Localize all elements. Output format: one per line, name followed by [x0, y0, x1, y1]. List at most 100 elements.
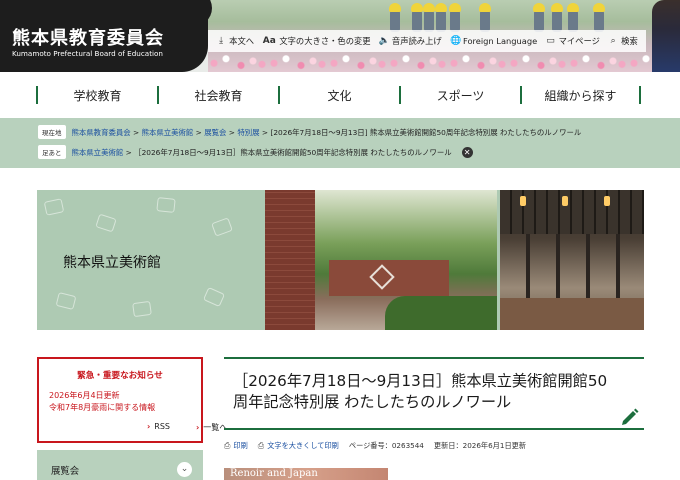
breadcrumb-link-special[interactable]: 特別展 [237, 128, 259, 137]
hero-banner: 熊本県立美術館 [37, 190, 644, 330]
util-label: マイページ [558, 36, 600, 46]
doodle-shape [202, 286, 226, 308]
read-aloud-link[interactable]: 🔈 音声読み上げ [379, 35, 442, 47]
text-size-icon: Aa [262, 36, 276, 46]
chevron-down-icon[interactable]: ⌄ [177, 462, 192, 477]
list-link[interactable]: › 一覧へ [196, 422, 227, 433]
student-figure [479, 3, 491, 32]
museum-interior-photo [500, 190, 644, 330]
breadcrumb-link-exhibitions[interactable]: 展覧会 [204, 128, 226, 137]
util-label: 本文へ [229, 36, 255, 46]
history-link-museum[interactable]: 熊本県立美術館 [72, 148, 124, 157]
lobby-floor [500, 298, 644, 330]
speaker-icon: 🔈 [378, 36, 391, 46]
student-figure [423, 3, 435, 32]
search-link[interactable]: ⌕ 検索 [608, 35, 638, 47]
breadcrumb-separator: > [228, 127, 235, 137]
updated-date: 更新日：2026年6月1日更新 [433, 441, 527, 450]
emergency-notice-box: 緊急・重要なお知らせ 2026年6月4日更新 令和7年8月豪雨に関する情報 › R… [37, 357, 227, 443]
student-figure [435, 3, 447, 32]
doodle-shape [132, 300, 152, 318]
chevron-right-icon: › [196, 423, 200, 432]
breadcrumb-current: [2026年7月18日～9月13日] 熊本県立美術館開館50周年記念特別展 わた… [270, 127, 582, 137]
student-figure [567, 3, 579, 32]
breadcrumb: 現在地 熊本県教育委員会 > 熊本県立美術館 > 展覧会 > 特別展 > [20… [38, 125, 581, 139]
mypage-link[interactable]: ▭ マイページ [546, 35, 600, 47]
util-label: 音声読み上げ [391, 36, 442, 46]
skip-to-content-link[interactable]: ⤓ 本文へ [216, 35, 254, 47]
student-figure [449, 3, 461, 32]
exhibition-image-caption: Renoir and Japan [230, 468, 318, 479]
hero-title: 熊本県立美術館 [63, 255, 161, 271]
breadcrumb-tag: 現在地 [38, 125, 66, 139]
globe-icon: 🌐 [449, 36, 462, 46]
page-tools: ⎙ 印刷 ⎙ 文字を大きくして印刷 ページ番号：0263544 更新日：2026… [224, 440, 526, 452]
student-figure [551, 3, 563, 32]
breadcrumb-link-board[interactable]: 熊本県教育委員会 [72, 128, 131, 137]
search-icon: ⌕ [610, 36, 616, 46]
rss-link[interactable]: › RSS [147, 422, 170, 431]
history-items: 熊本県立美術館 > ［2026年7月18日～9月13日］熊本県立美術館開館50周… [72, 147, 452, 158]
ceiling-lamp [604, 196, 610, 206]
global-nav: 学校教育 社会教育 文化 スポーツ 組織から探す [0, 72, 680, 118]
util-label: 検索 [621, 36, 638, 46]
page-title: ［2026年7月18日～9月13日］熊本県立美術館開館50周年記念特別展 わたし… [233, 372, 608, 411]
breadcrumb-separator: > [261, 127, 269, 137]
museum-exterior-photo [265, 190, 497, 330]
foreign-language-link[interactable]: 🌐 Foreign Language [450, 36, 537, 46]
large-print-link[interactable]: ⎙ 文字を大きくして印刷 [258, 441, 339, 451]
history-tag: 足あと [38, 145, 66, 159]
logo-subtitle: Kumamoto Prefectural Board of Education [12, 49, 163, 58]
print-link[interactable]: ⎙ 印刷 [224, 441, 248, 451]
doodle-shape [211, 217, 233, 237]
nav-school-education[interactable]: 学校教育 [36, 86, 157, 104]
brick-wall [265, 190, 315, 330]
site-logo[interactable]: 熊本県教育委員会 Kumamoto Prefectural Board of E… [0, 0, 208, 72]
breadcrumb-link-museum[interactable]: 熊本県立美術館 [142, 128, 194, 137]
printer-icon: ⎙ [224, 441, 231, 450]
emergency-link[interactable]: 令和7年8月豪雨に関する情報 [49, 402, 155, 413]
site-header: 熊本県教育委員会 Kumamoto Prefectural Board of E… [0, 0, 680, 72]
exhibition-image: Renoir and Japan [224, 468, 388, 480]
breadcrumb-separator: > [195, 127, 202, 137]
breadcrumb-area: 現在地 熊本県教育委員会 > 熊本県立美術館 > 展覧会 > 特別展 > [20… [0, 118, 680, 168]
print-label: 印刷 [233, 441, 248, 450]
emergency-title: 緊急・重要なお知らせ [77, 371, 163, 381]
logo-title: 熊本県教育委員会 [12, 28, 164, 49]
title-rule-bottom [224, 428, 644, 430]
arrow-down-icon: ⤓ [219, 36, 224, 46]
printer-icon: ⎙ [257, 441, 265, 450]
title-rule-top [224, 357, 644, 359]
doodle-shape [95, 213, 117, 233]
large-print-label: 文字を大きくして印刷 [267, 441, 339, 450]
student-figure [411, 3, 423, 32]
girl-figure [652, 0, 680, 72]
pencil-icon [622, 408, 639, 425]
sidebar-category-label: 展覧会 [51, 466, 80, 477]
sidebar-category-exhibitions[interactable]: 展覧会 ⌄ [37, 450, 203, 480]
history-current: ［2026年7月18日～9月13日］熊本県立美術館開館50周年記念特別展 わたし… [134, 147, 452, 157]
history-close-icon[interactable]: ✕ [461, 146, 473, 158]
utility-bar: ⤓ 本文へ Aa 文字の大きさ・色の変更 🔈 音声読み上げ 🌐 Foreign … [208, 30, 646, 52]
emergency-date: 2026年6月4日更新 [49, 391, 120, 400]
student-figure [533, 3, 545, 32]
student-figure [389, 3, 401, 32]
folder-icon: ▭ [546, 36, 555, 46]
nav-culture[interactable]: 文化 [278, 86, 399, 104]
ceiling-lamp [562, 196, 568, 206]
rss-label: RSS [154, 422, 171, 431]
nav-social-education[interactable]: 社会教育 [157, 86, 278, 104]
breadcrumb-separator: > [133, 127, 140, 137]
doodle-shape [156, 197, 176, 213]
history-trail: 足あと 熊本県立美術館 > ［2026年7月18日～9月13日］熊本県立美術館開… [38, 145, 473, 159]
util-label: Foreign Language [462, 36, 538, 46]
hedge [385, 296, 497, 330]
page-number: ページ番号：0263544 [348, 441, 424, 450]
ceiling-lamp [520, 196, 526, 206]
text-size-color-link[interactable]: Aa 文字の大きさ・色の変更 [262, 35, 371, 47]
nav-sports[interactable]: スポーツ [399, 86, 520, 104]
museum-building [329, 260, 449, 296]
breadcrumb-separator: > [125, 147, 132, 157]
flower-field [208, 50, 680, 72]
nav-by-organization[interactable]: 組織から探す [520, 86, 641, 104]
